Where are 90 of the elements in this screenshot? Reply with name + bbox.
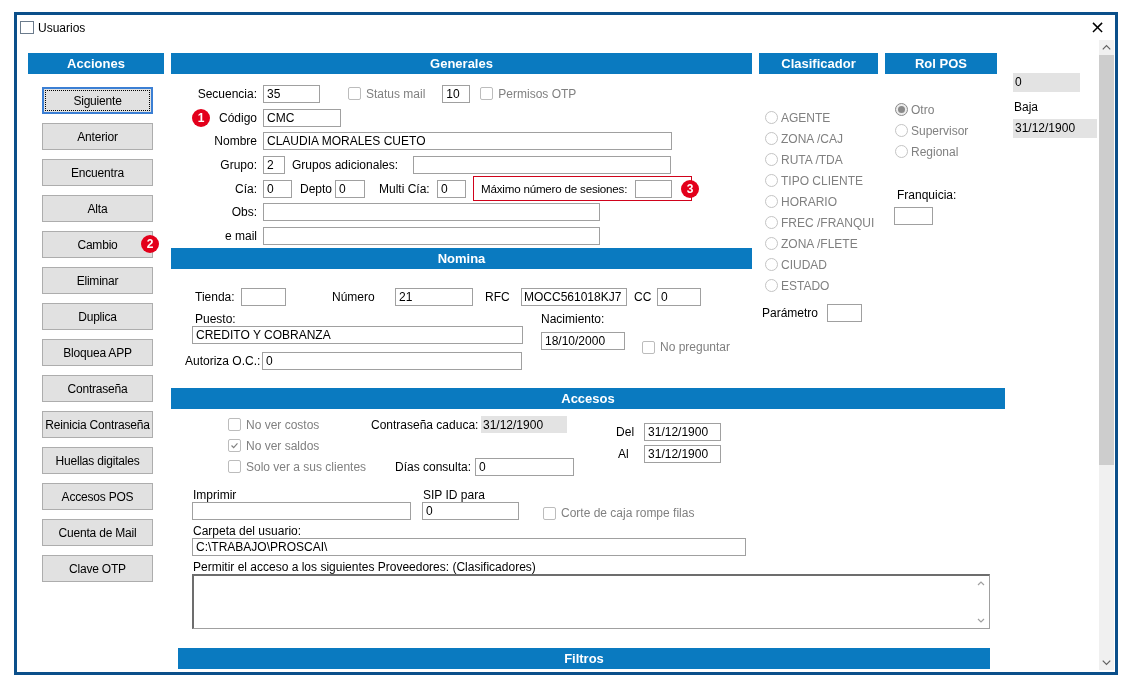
field-label: Del [616,425,636,439]
section-header: Rol POS [885,53,997,74]
field-label: Franquicia: [897,188,958,202]
text-field[interactable] [894,207,933,225]
field-label: Imprimir [193,488,238,502]
action-button[interactable]: Accesos POS [42,483,153,510]
section-header: Nomina [171,248,752,269]
field-label: Días consulta: [395,460,472,474]
field-label: Nombre [213,134,258,149]
text-field[interactable]: CMC [263,108,341,127]
text-area[interactable] [192,574,990,629]
field-label: Autoriza O.C.: [185,354,262,368]
text-field[interactable]: 0 [437,179,466,198]
action-button[interactable]: Anterior [42,123,153,150]
action-button[interactable]: Cuenta de Mail [42,519,153,546]
action-button[interactable]: Reinicia Contraseña [42,411,153,438]
field-label: Grupo: [219,157,258,172]
text-field[interactable] [263,203,600,222]
text-field[interactable] [827,304,862,322]
field-label: Número [332,290,376,304]
text-field[interactable] [192,502,411,520]
window-icon [20,21,34,34]
action-button[interactable]: Siguiente [42,87,153,114]
text-field[interactable]: MOCC561018KJ7 [521,288,627,306]
field-label: Multi Cía: [379,181,431,196]
text-field[interactable]: 0 [335,179,365,198]
date-field[interactable]: 31/12/1900 [644,445,722,463]
callout-badge: 2 [141,235,159,253]
scroll-down-icon[interactable] [976,617,986,625]
scroll-up-icon[interactable] [976,579,986,587]
window-title: Usuarios [38,20,86,35]
readonly-field: 31/12/1900 [1013,119,1097,138]
text-field[interactable] [413,155,671,174]
text-field[interactable]: CLAUDIA MORALES CUETO [263,132,672,151]
text-field[interactable]: 21 [395,288,473,306]
field-label: SIP ID para [423,488,486,502]
field-label: Máximo número de sesiones: [481,182,629,196]
field-label: Grupos adicionales: [292,157,400,172]
text-field[interactable] [635,179,672,198]
field-label: Al [618,447,630,461]
section-header: Accesos [171,388,1005,409]
field-label: Contraseña caduca: [371,417,480,432]
check-icon [229,440,240,451]
date-field[interactable]: 18/10/2000 [541,332,625,350]
field-label: Código [218,110,258,125]
action-button[interactable]: Alta [42,195,153,222]
date-field[interactable]: 31/12/1900 [644,423,722,441]
text-field[interactable]: 10 [442,84,471,103]
text-field[interactable] [263,226,600,245]
field-label: Depto [300,181,334,196]
action-button[interactable]: Encuentra [42,159,153,186]
text-field[interactable]: C:\TRABAJO\PROSCAI\ [192,538,746,556]
action-button[interactable]: Contraseña [42,375,153,402]
section-header: Acciones [28,53,164,74]
readonly-field: 31/12/1900 [481,416,567,433]
section-header: Generales [171,53,752,74]
text-field[interactable]: 2 [263,155,285,174]
field-label: Parámetro [762,306,820,320]
text-field[interactable]: 0 [422,502,519,520]
text-field[interactable]: 0 [263,179,292,198]
field-label: Nacimiento: [541,312,606,326]
section-header: Clasificador [759,53,878,74]
action-button[interactable]: Clave OTP [42,555,153,582]
text-field[interactable]: 0 [475,458,575,476]
text-field[interactable]: 35 [263,84,320,103]
field-label: Cía: [234,181,258,196]
scrollbar[interactable] [1099,40,1114,670]
action-button[interactable]: Eliminar [42,267,153,294]
text-field[interactable]: 0 [657,288,701,306]
section-header: Filtros [178,648,990,669]
field-label: Permitir el acceso a los siguientes Proveedores: (Clasificadores) [193,560,537,574]
field-label: Obs: [230,205,258,220]
field-label: Carpeta del usuario: [193,524,303,538]
field-label: Tienda: [195,290,236,304]
text-field[interactable]: 0 [262,352,522,370]
action-button[interactable]: Huellas digitales [42,447,153,474]
text-field[interactable]: CREDITO Y COBRANZA [192,326,523,344]
field-label: Baja [1014,100,1040,114]
close-button[interactable]: × [1085,15,1109,39]
text-field[interactable] [241,288,286,306]
field-label: Puesto: [195,312,236,326]
field-label: RFC [485,290,511,304]
action-button[interactable]: Duplica [42,303,153,330]
field-label: CC [634,290,653,304]
readonly-field: 0 [1013,73,1080,92]
action-button[interactable]: Bloquea APP [42,339,153,366]
field-label: e mail [224,228,258,243]
callout-badge: 3 [681,180,699,199]
field-label: Secuencia: [196,86,258,101]
callout-badge: 1 [192,108,210,127]
